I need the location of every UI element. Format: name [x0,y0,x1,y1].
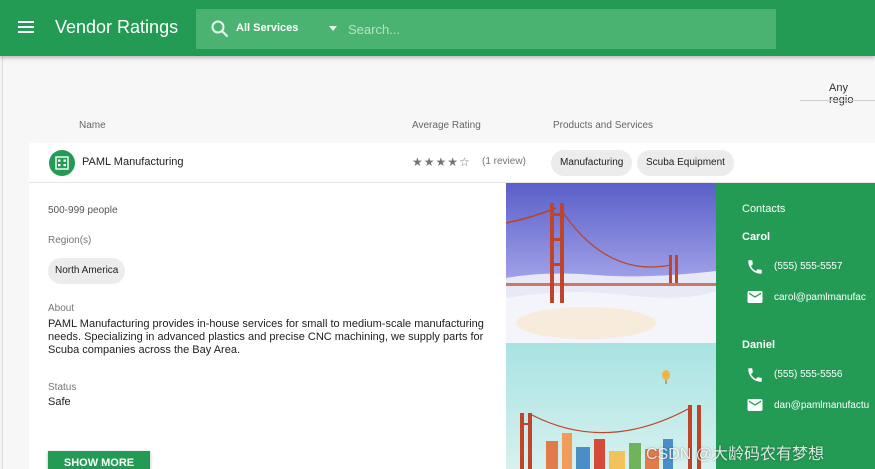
star-rating: ★★★★☆ [412,155,471,169]
menu-icon[interactable] [18,18,38,38]
region-filter-underline [800,100,875,101]
building-icon [49,150,75,176]
column-header-products[interactable]: Products and Services [553,120,653,131]
search-input[interactable] [348,17,758,41]
status-label: Status [48,382,77,393]
email-icon [747,399,763,411]
watermark: CSDN @大龄码农有梦想 [646,446,825,463]
regions-label: Region(s) [48,235,92,246]
vendor-row[interactable]: PAML Manufacturing ★★★★☆ (1 review) Manu… [29,143,875,183]
company-size: 500-999 people [48,205,118,216]
service-filter-label[interactable]: All Services [236,22,298,34]
region-chip[interactable]: North America [48,258,126,284]
app-title: Vendor Ratings [55,17,179,37]
status-value: Safe [48,396,71,408]
about-label: About [48,303,75,314]
show-more-button[interactable]: SHOW MORE [48,451,150,469]
search-icon[interactable] [210,19,230,39]
tag-chip-manufacturing[interactable]: Manufacturing [551,150,633,176]
region-filter[interactable]: Any regio [829,82,875,106]
app-bar: Vendor Ratings All Services [0,0,875,56]
phone-icon [748,260,762,274]
contacts-heading: Contacts [742,203,786,215]
review-count[interactable]: (1 review) [482,156,526,167]
bridge-photo [506,183,716,343]
column-header-name[interactable]: Name [79,120,106,131]
contact-email[interactable]: dan@pamlmanufactu [774,400,869,411]
contact-phone[interactable]: (555) 555-5557 [774,261,842,272]
contact-email[interactable]: carol@pamlmanufac [774,292,866,303]
tag-chip-scuba-equipment[interactable]: Scuba Equipment [637,150,734,176]
phone-icon [748,368,762,382]
contacts-panel: Contacts Carol (555) 555-5557 carol@paml… [716,183,875,469]
column-header-rating[interactable]: Average Rating [412,120,481,131]
vendor-detail-panel: 500-999 people Region(s) North America A… [29,183,506,469]
contact-phone[interactable]: (555) 555-5556 [774,369,842,380]
about-text: PAML Manufacturing provides in-house ser… [48,318,484,356]
chevron-down-icon[interactable] [329,26,337,31]
email-icon [747,291,763,303]
search-bar: All Services [196,9,776,49]
contact-name: Carol [742,231,771,243]
contact-name: Daniel [742,339,776,351]
vendor-name: PAML Manufacturing [82,156,184,168]
